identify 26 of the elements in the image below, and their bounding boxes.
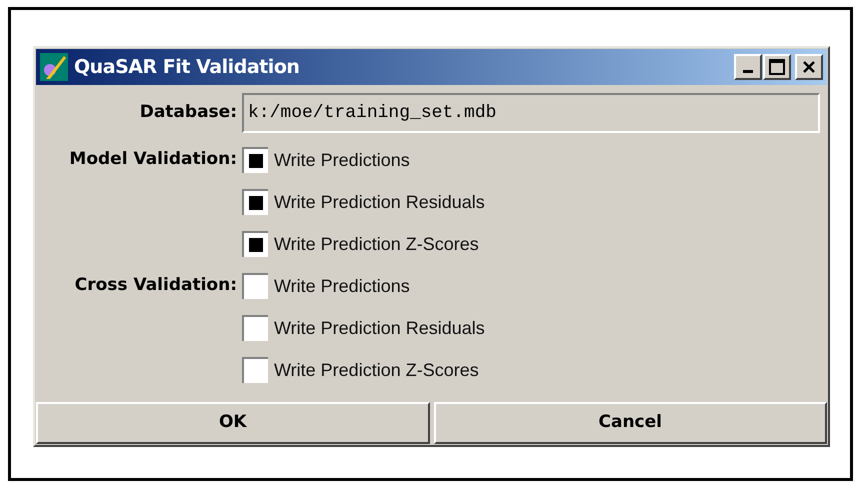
database-label: Database: xyxy=(138,101,237,124)
checkbox[interactable] xyxy=(242,147,268,173)
minimize-icon xyxy=(743,70,753,72)
checkbox-label: Write Predictions xyxy=(274,148,410,172)
checkbox[interactable] xyxy=(242,273,268,299)
close-icon xyxy=(802,60,816,74)
checkbox[interactable] xyxy=(242,357,268,383)
checkbox-label: Write Prediction Residuals xyxy=(274,190,485,214)
maximize-button[interactable] xyxy=(763,54,791,80)
checkbox[interactable] xyxy=(242,315,268,341)
close-button[interactable] xyxy=(795,54,823,80)
dialog-button[interactable]: OK xyxy=(36,402,430,444)
window-title: QuaSAR Fit Validation xyxy=(74,54,300,80)
minimize-button[interactable] xyxy=(734,54,762,80)
checkbox-label: Write Predictions xyxy=(274,274,410,298)
checkbox-label: Write Prediction Z-Scores xyxy=(274,232,479,256)
checkbox[interactable] xyxy=(242,231,268,257)
database-field[interactable]: k:/moe/training_set.mdb xyxy=(242,93,820,133)
app-icon xyxy=(40,53,68,81)
group-label: Cross Validation: xyxy=(74,274,237,298)
checkbox-label: Write Prediction Z-Scores xyxy=(274,358,479,382)
maximize-icon xyxy=(769,59,785,75)
group-label: Model Validation: xyxy=(69,148,237,172)
checkbox[interactable] xyxy=(242,189,268,215)
checkbox-label: Write Prediction Residuals xyxy=(274,316,485,340)
dialog-button[interactable]: Cancel xyxy=(434,402,827,444)
